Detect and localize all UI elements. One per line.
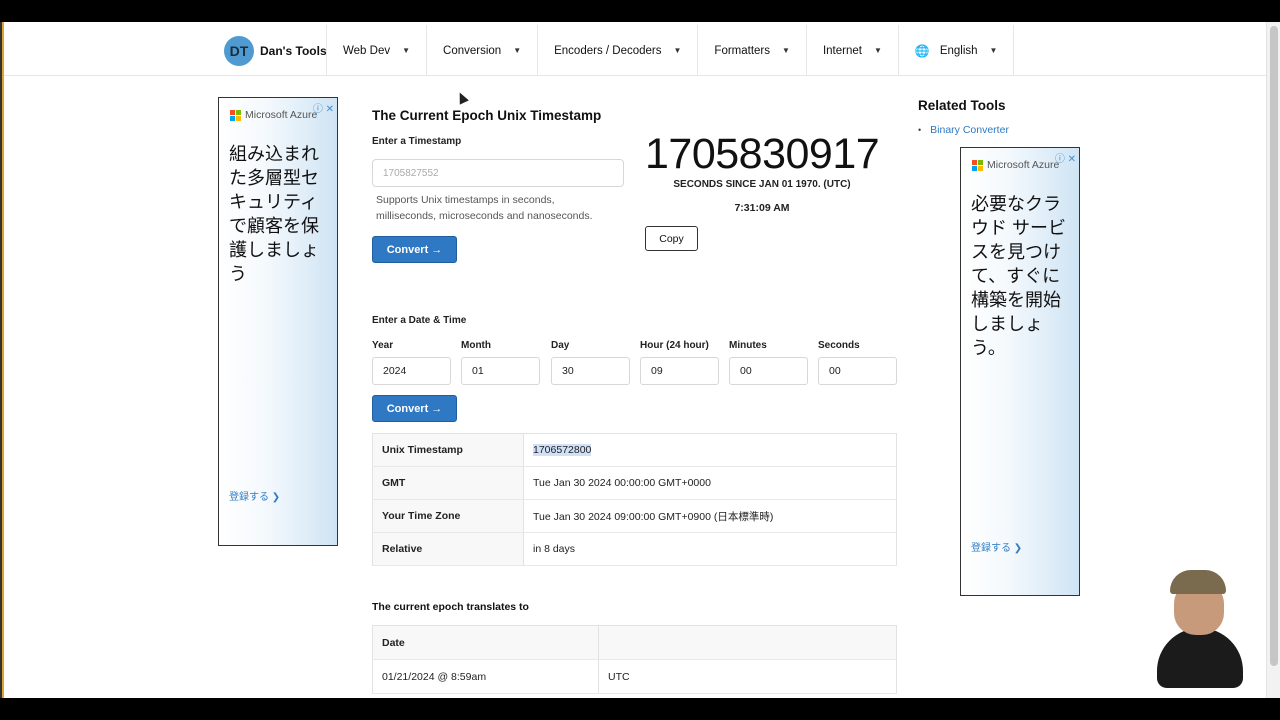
hour-field[interactable]: 09: [640, 357, 719, 385]
table-row: GMT Tue Jan 30 2024 00:00:00 GMT+0000: [372, 466, 897, 500]
table-row: Unix Timestamp 1706572800: [372, 433, 897, 467]
minutes-label: Minutes: [729, 340, 767, 351]
menu-internet[interactable]: Internet ▼: [805, 25, 898, 76]
translates-title: The current epoch translates to: [372, 601, 529, 613]
translated-zone-link[interactable]: UTC: [598, 659, 897, 694]
menu-formatters[interactable]: Formatters ▼: [697, 25, 806, 76]
caret-down-icon: ▼: [513, 46, 522, 55]
caret-down-icon: ▼: [402, 46, 411, 55]
result-key: Your Time Zone: [372, 499, 524, 533]
video-letterbox-bottom: [0, 698, 1280, 720]
result-value: Tue Jan 30 2024 00:00:00 GMT+0000: [523, 466, 897, 500]
ad-copy: 組み込まれた多層型セキュリティで顧客を保護しましょう: [229, 144, 319, 284]
caret-down-icon: ▼: [782, 46, 790, 55]
page-scrollbar[interactable]: [1266, 22, 1280, 698]
year-field[interactable]: 2024: [372, 357, 451, 385]
ad-banner-right[interactable]: ⓘ ✕ Microsoft Azure 必要なクラウド サービスを見つけて、すぐ…: [960, 147, 1080, 596]
mouse-cursor-icon: [455, 90, 469, 105]
seconds-field[interactable]: 00: [818, 357, 897, 385]
menu-label: Formatters: [714, 44, 771, 57]
result-key: Relative: [372, 532, 524, 566]
convert-timestamp-button[interactable]: Convert →: [372, 236, 457, 263]
table-row: Relative in 8 days: [372, 532, 897, 566]
header-date: Date: [372, 625, 599, 660]
seconds-since-label: SECONDS SINCE JAN 01 1970. (UTC): [673, 179, 851, 190]
current-time: 7:31:09 AM: [734, 202, 790, 214]
video-letterbox-top: [0, 0, 1280, 22]
table-row: 01/21/2024 @ 8:59am UTC: [372, 659, 897, 694]
result-key: Unix Timestamp: [372, 433, 524, 467]
globe-icon: 🌐: [914, 43, 930, 58]
current-timestamp: 1705830917: [645, 130, 880, 178]
menu-label: Encoders / Decoders: [554, 44, 662, 57]
result-key: GMT: [372, 466, 524, 500]
related-tools-title: Related Tools: [918, 98, 1006, 113]
convert-date-button[interactable]: Convert →: [372, 395, 457, 422]
timestamp-label: Enter a Timestamp: [372, 136, 462, 147]
presenter-body: [1157, 628, 1243, 688]
result-value: in 8 days: [523, 532, 897, 566]
ad-brand-label: Microsoft Azure: [987, 159, 1060, 171]
timestamp-input[interactable]: [372, 159, 624, 187]
microsoft-logo-icon: [230, 109, 241, 121]
seconds-label: Seconds: [818, 340, 860, 351]
scrollbar-thumb[interactable]: [1270, 26, 1278, 666]
ad-copy: 必要なクラウド サービスを見つけて、すぐに構築を開始しましょう。: [971, 194, 1067, 358]
top-navbar: DT Dan's Tools Web Dev ▼ Conversion ▼ Enco…: [4, 25, 1266, 76]
translated-date: 01/21/2024 @ 8:59am: [372, 659, 599, 694]
menu-encoders-decoders[interactable]: Encoders / Decoders ▼: [537, 25, 697, 76]
caret-down-icon: ▼: [873, 46, 882, 55]
ad-brand: Microsoft Azure: [230, 109, 317, 121]
year-label: Year: [372, 340, 394, 351]
menu-language[interactable]: 🌐 English ▼: [897, 25, 1015, 76]
webcam-overlay: [1132, 562, 1260, 692]
timestamp-hint: Supports Unix timestamps in seconds, mil…: [376, 194, 593, 222]
ad-banner-left[interactable]: ⓘ ✕ Microsoft Azure 組み込まれた多層型セキュリティで顧客を保…: [218, 97, 338, 546]
month-field[interactable]: 01: [461, 357, 540, 385]
browser-page: DT Dan's Tools Web Dev ▼ Conversion ▼ Enco…: [4, 22, 1266, 698]
menu-label: Conversion: [443, 44, 502, 57]
table-row: Your Time Zone Tue Jan 30 2024 09:00:00 …: [372, 499, 897, 533]
result-value: Tue Jan 30 2024 09:00:00 GMT+0900 (日本標準時…: [523, 499, 897, 533]
page-title: The Current Epoch Unix Timestamp: [372, 108, 602, 123]
copy-button[interactable]: Copy: [645, 226, 698, 251]
hour-label: Hour (24 hour): [640, 340, 709, 351]
bullet-icon: •: [918, 125, 922, 135]
unix-timestamp-value[interactable]: 1706572800: [533, 444, 592, 456]
related-tool-item: • Binary Converter: [918, 124, 1009, 136]
day-field[interactable]: 30: [551, 357, 630, 385]
table-header-row: Date: [372, 625, 897, 660]
caret-down-icon: ▼: [989, 46, 998, 55]
binary-converter-link[interactable]: Binary Converter: [930, 124, 1009, 136]
presenter-cap: [1170, 570, 1226, 594]
menu-web-dev[interactable]: Web Dev ▼: [326, 25, 426, 76]
day-label: Day: [551, 340, 570, 351]
ad-brand-label: Microsoft Azure: [245, 109, 318, 121]
translates-table: Date 01/21/2024 @ 8:59am UTC: [372, 625, 897, 694]
microsoft-logo-icon: [972, 159, 983, 171]
language-label: English: [939, 44, 978, 57]
ad-brand: Microsoft Azure: [972, 159, 1059, 171]
month-label: Month: [461, 340, 491, 351]
brand-link[interactable]: DT Dan's Tools: [224, 36, 327, 66]
header-zone: [598, 625, 897, 660]
desktop-edge-shadow: [0, 22, 2, 698]
result-table: Unix Timestamp 1706572800 GMT Tue Jan 30…: [372, 433, 897, 566]
result-value[interactable]: 1706572800: [523, 433, 897, 467]
ad-cta-link[interactable]: 登録する ❯: [229, 488, 280, 503]
datetime-title: Enter a Date & Time: [372, 315, 467, 326]
main-menu: Web Dev ▼ Conversion ▼ Encoders / Decoders…: [326, 25, 1015, 76]
minutes-field[interactable]: 00: [729, 357, 808, 385]
menu-label: Web Dev: [343, 44, 391, 57]
ad-cta-link[interactable]: 登録する ❯: [971, 539, 1022, 554]
site-logo: DT: [224, 36, 254, 66]
caret-down-icon: ▼: [673, 46, 682, 55]
brand-name: Dan's Tools: [260, 44, 327, 58]
menu-label: Internet: [822, 44, 862, 57]
menu-conversion[interactable]: Conversion ▼: [426, 25, 537, 76]
